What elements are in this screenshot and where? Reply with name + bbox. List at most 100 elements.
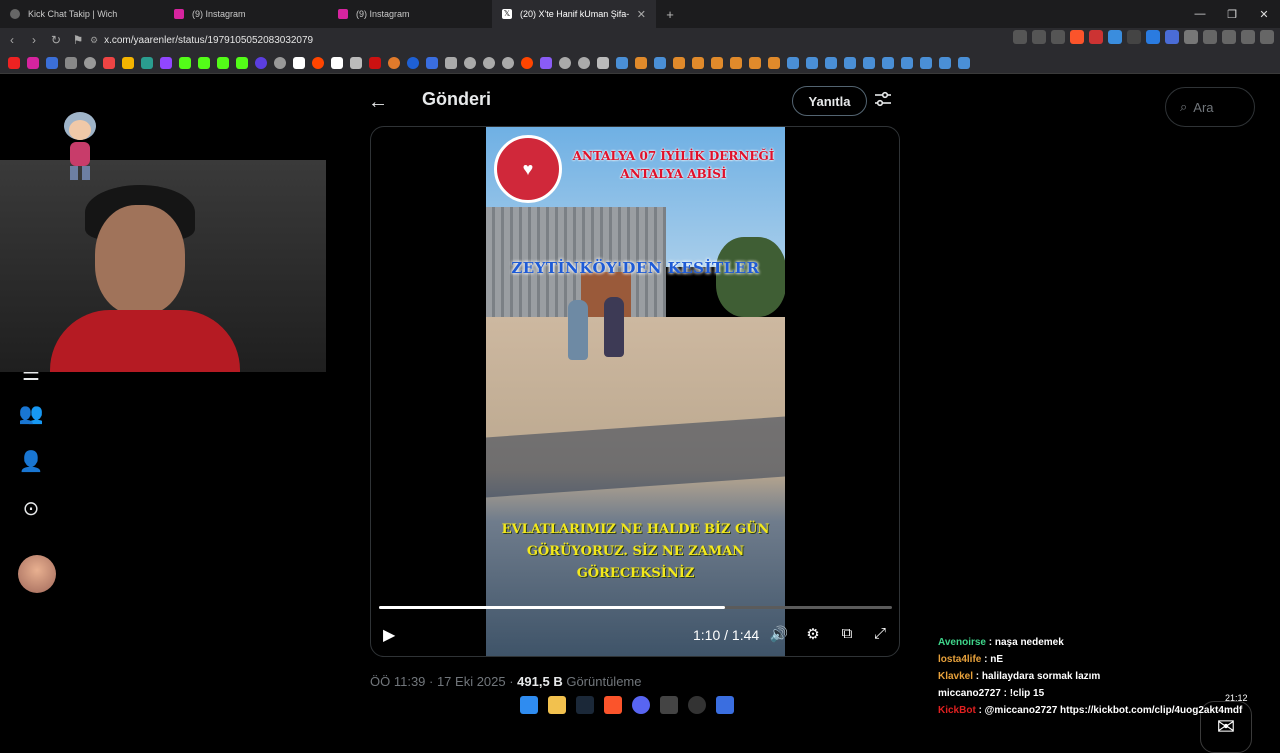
- x-logo-icon[interactable]: [293, 56, 305, 69]
- volume-icon[interactable]: 🔊: [769, 625, 789, 645]
- video-player[interactable]: ♥ ANTALYA 07 İYİLİK DERNEĞİ ANTALYA ABİS…: [370, 126, 900, 657]
- minimize-icon[interactable]: —: [1184, 0, 1216, 28]
- app-icon[interactable]: [660, 696, 678, 714]
- kick-icon[interactable]: [179, 56, 191, 69]
- browser-tab-2[interactable]: (9) Instagram: [164, 0, 328, 28]
- bookmark-icon[interactable]: [749, 56, 761, 69]
- steam-icon[interactable]: [825, 56, 837, 69]
- steam-icon[interactable]: [920, 56, 932, 69]
- new-tab-button[interactable]: +: [660, 7, 680, 22]
- bookmark-icon[interactable]: ⚑: [68, 30, 88, 50]
- drive-icon[interactable]: [122, 56, 134, 69]
- steam-icon[interactable]: [958, 56, 970, 69]
- bookmark-icon[interactable]: [483, 56, 495, 69]
- kick-icon[interactable]: [217, 56, 229, 69]
- back-arrow-icon[interactable]: ←: [368, 91, 390, 114]
- bookmark-icon[interactable]: [331, 56, 343, 69]
- filter-icon[interactable]: [874, 90, 892, 108]
- steam-icon[interactable]: [616, 56, 628, 69]
- brave-shield-icon[interactable]: [1070, 30, 1084, 44]
- bookmark-icon[interactable]: [730, 56, 742, 69]
- extension-icon[interactable]: [1184, 30, 1198, 44]
- instagram-icon[interactable]: [27, 56, 39, 69]
- bookmark-icon[interactable]: [692, 56, 704, 69]
- bookmark-icon[interactable]: [635, 56, 647, 69]
- bookmark-icon[interactable]: [236, 56, 248, 69]
- bookmark-icon[interactable]: [84, 56, 96, 69]
- bookmark-icon[interactable]: [369, 56, 381, 69]
- steam-icon[interactable]: [901, 56, 913, 69]
- back-icon[interactable]: ‹: [2, 30, 22, 50]
- play-icon[interactable]: ▶: [383, 625, 401, 644]
- app-icon[interactable]: [716, 696, 734, 714]
- bookmark-icon[interactable]: [445, 56, 457, 69]
- pip-icon[interactable]: ⧉: [837, 625, 857, 645]
- extension-icon[interactable]: [1165, 30, 1179, 44]
- bookmark-icon[interactable]: [426, 56, 438, 69]
- bookmark-icon[interactable]: [141, 56, 153, 69]
- discord-icon[interactable]: [632, 696, 650, 714]
- bookmark-icon[interactable]: [388, 56, 400, 69]
- bookmark-icon[interactable]: [502, 56, 514, 69]
- steam-icon[interactable]: [863, 56, 875, 69]
- extension-icon[interactable]: [1127, 30, 1141, 44]
- video-progress-bar[interactable]: [379, 606, 892, 609]
- twitch-icon[interactable]: [160, 56, 172, 69]
- share-icon[interactable]: [1051, 30, 1065, 44]
- bookmark-icon[interactable]: [65, 56, 77, 69]
- bookmark-icon[interactable]: [673, 56, 685, 69]
- post-timestamp[interactable]: ÖÖ 11:39 · 17 Eki 2025 ·: [370, 674, 517, 689]
- obs-icon[interactable]: [688, 696, 706, 714]
- fullscreen-icon[interactable]: ⤢: [870, 625, 890, 645]
- settings-icon[interactable]: ⚙: [803, 625, 823, 645]
- account-avatar[interactable]: [18, 555, 56, 593]
- steam-icon[interactable]: [844, 56, 856, 69]
- zoom-icon[interactable]: [1032, 30, 1046, 44]
- extension-icon[interactable]: [1089, 30, 1103, 44]
- more-icon[interactable]: ⊙: [18, 496, 44, 522]
- puzzle-icon[interactable]: [1203, 30, 1217, 44]
- steam-icon[interactable]: [654, 56, 666, 69]
- browser-tab-3[interactable]: (9) Instagram: [328, 0, 492, 28]
- bookmark-icon[interactable]: [768, 56, 780, 69]
- bookmark-icon[interactable]: [464, 56, 476, 69]
- bookmark-icon[interactable]: [711, 56, 723, 69]
- profile-icon[interactable]: 👤: [18, 449, 44, 475]
- steam-icon[interactable]: [806, 56, 818, 69]
- bookmark-icon[interactable]: [559, 56, 571, 69]
- steam-icon[interactable]: [576, 696, 594, 714]
- bookmark-icon[interactable]: [274, 56, 286, 69]
- bookmark-icon[interactable]: [255, 56, 267, 69]
- steam-icon[interactable]: [939, 56, 951, 69]
- site-info-icon[interactable]: ⚙: [90, 35, 98, 46]
- bookmark-icon[interactable]: [46, 56, 58, 69]
- extension-icon[interactable]: [1108, 30, 1122, 44]
- reddit-icon[interactable]: [312, 56, 324, 69]
- windows-start-icon[interactable]: [520, 696, 538, 714]
- folder-icon[interactable]: [597, 56, 609, 69]
- forward-icon[interactable]: ›: [24, 30, 44, 50]
- extension-icon[interactable]: [1146, 30, 1160, 44]
- steam-icon[interactable]: [882, 56, 894, 69]
- brave-icon[interactable]: [604, 696, 622, 714]
- search-input[interactable]: ⌕ Ara: [1165, 87, 1255, 127]
- window-close-icon[interactable]: ✕: [1248, 0, 1280, 28]
- bookmark-icon[interactable]: [540, 56, 552, 69]
- reply-button[interactable]: Yanıtla: [792, 86, 867, 116]
- file-explorer-icon[interactable]: [548, 696, 566, 714]
- youtube-icon[interactable]: [8, 56, 20, 69]
- bookmark-icon[interactable]: [407, 56, 419, 69]
- bookmark-icon[interactable]: [350, 56, 362, 69]
- browser-tab-4[interactable]: 𝕏 (20) X'te Hanif kUman Şifa-i R ✕: [492, 0, 656, 28]
- communities-icon[interactable]: 👥: [18, 401, 44, 427]
- gmail-icon[interactable]: [103, 56, 115, 69]
- steam-icon[interactable]: [787, 56, 799, 69]
- sidebar-icon[interactable]: [1222, 30, 1236, 44]
- reddit-icon[interactable]: [521, 56, 533, 69]
- playlist-icon[interactable]: [1241, 30, 1255, 44]
- menu-icon[interactable]: [1260, 30, 1274, 44]
- reload-icon[interactable]: ↻: [46, 30, 66, 50]
- bookmark-icon[interactable]: [578, 56, 590, 69]
- close-tab-icon[interactable]: ✕: [637, 8, 646, 21]
- kick-icon[interactable]: [198, 56, 210, 69]
